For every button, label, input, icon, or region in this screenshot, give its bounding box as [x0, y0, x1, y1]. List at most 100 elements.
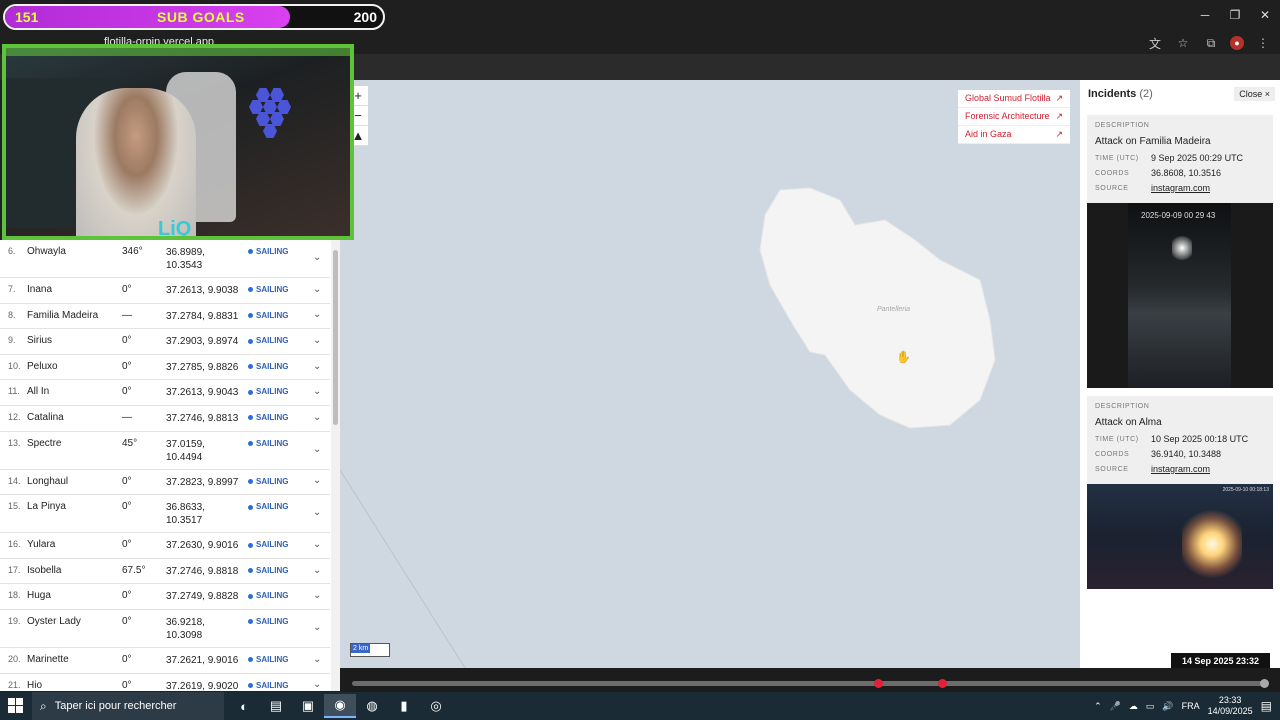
vessel-row[interactable]: 21. Hio 0° 37.2619, 9.9020 SAILING ⌄: [0, 674, 330, 691]
timeline-handle[interactable]: [1260, 679, 1269, 688]
obs-icon[interactable]: ◎: [420, 694, 452, 718]
vessel-coords: 36.8633, 10.3517: [166, 502, 205, 527]
vessel-row[interactable]: 13. Spectre 45° 37.0159, 10.4494 SAILING ⌄: [0, 432, 330, 470]
profile-avatar[interactable]: ●: [1230, 36, 1244, 50]
extensions-icon[interactable]: ⧉: [1202, 34, 1220, 52]
vessel-status-badge: SAILING: [248, 617, 288, 626]
store-icon[interactable]: ▣: [292, 694, 324, 718]
edge-icon[interactable]: ◐: [228, 694, 260, 718]
link-forensic-architecture[interactable]: Forensic Architecture ↗: [958, 108, 1070, 126]
scrollbar-thumb[interactable]: [333, 250, 338, 425]
browser-menu-icon[interactable]: ⋮: [1254, 34, 1272, 52]
webcam-frame-decoration: [6, 48, 350, 56]
vessel-status-badge: SAILING: [248, 502, 288, 511]
restore-icon[interactable]: ❐: [1220, 0, 1250, 30]
chevron-down-icon[interactable]: ⌄: [313, 335, 321, 346]
vessel-row[interactable]: 14. Longhaul 0° 37.2823, 9.8997 SAILING ⌄: [0, 470, 330, 496]
translate-icon[interactable]: 文: [1146, 34, 1164, 52]
chevron-down-icon[interactable]: ⌄: [313, 679, 321, 690]
link-global-sumud-flotilla[interactable]: Global Sumud Flotilla ↗: [958, 90, 1070, 108]
chevron-down-icon[interactable]: ⌄: [313, 309, 321, 320]
chevron-down-icon[interactable]: ⌄: [313, 565, 321, 576]
close-icon[interactable]: ✕: [1250, 0, 1280, 30]
vessel-heading: 0°: [122, 386, 132, 398]
windows-start-icon[interactable]: [8, 698, 24, 714]
vessel-row[interactable]: 6. Ohwayla 346° 36.8989, 10.3543 SAILING ⌄: [0, 240, 330, 278]
volume-icon[interactable]: 🔊: [1162, 701, 1173, 712]
chevron-down-icon[interactable]: ⌄: [313, 284, 321, 295]
notifications-icon[interactable]: ▤: [1261, 699, 1272, 713]
vessel-row[interactable]: 19. Oyster Lady 0° 36.9218, 10.3098 SAILING ⌄: [0, 610, 330, 648]
vessel-row[interactable]: 9. Sirius 0° 37.2903, 9.8974 SAILING ⌄: [0, 329, 330, 355]
chevron-down-icon[interactable]: ⌄: [313, 361, 321, 372]
light-glare: [1172, 233, 1192, 263]
vessel-name: Isobella: [27, 564, 62, 576]
chevron-down-icon[interactable]: ⌄: [313, 507, 321, 518]
taskbar-apps: ◐ ▤ ▣ ◉ ◍ ▮ ◎: [228, 694, 452, 718]
vessel-row[interactable]: 7. Inana 0° 37.2613, 9.9038 SAILING ⌄: [0, 278, 330, 304]
vessel-status-badge: SAILING: [248, 311, 288, 320]
map[interactable]: Pantelleria + − ▲ Global Sumud Flotilla ↗…: [340, 80, 1080, 668]
microphone-icon[interactable]: 🎤: [1110, 701, 1121, 712]
vessel-heading: 0°: [122, 475, 132, 487]
chevron-down-icon[interactable]: ⌄: [313, 590, 321, 601]
timeline[interactable]: [340, 668, 1280, 692]
network-icon[interactable]: ▭: [1146, 701, 1155, 712]
link-aid-in-gaza[interactable]: Aid in Gaza ↗: [958, 126, 1070, 144]
incident-source-link[interactable]: instagram.com: [1151, 464, 1210, 474]
language-indicator[interactable]: FRA: [1182, 701, 1200, 711]
clock[interactable]: 23:33 14/09/2025: [1208, 695, 1253, 717]
close-button[interactable]: Close ×: [1234, 87, 1275, 101]
vessel-row[interactable]: 8. Familia Madeira — 37.2784, 9.8831 SAILING…: [0, 304, 330, 330]
chrome-icon[interactable]: ◉: [324, 694, 356, 718]
chevron-down-icon[interactable]: ⌄: [313, 444, 321, 455]
vessel-row[interactable]: 17. Isobella 67.5° 37.2746, 9.8818 SAILING ⌄: [0, 559, 330, 585]
incident-card[interactable]: DESCRIPTION Attack on Familia Madeira TI…: [1087, 115, 1273, 203]
incident-coords: 36.9140, 10.3488: [1151, 449, 1222, 459]
vessel-row[interactable]: 18. Huga 0° 37.2749, 9.8828 SAILING ⌄: [0, 584, 330, 610]
timeline-incident-marker[interactable]: [873, 679, 883, 688]
chevron-down-icon[interactable]: ⌄: [313, 539, 321, 550]
sub-goals-progress-fill: [5, 6, 291, 28]
vessel-index: 8.: [8, 309, 16, 320]
chevron-down-icon[interactable]: ⌄: [313, 475, 321, 486]
file-explorer-icon[interactable]: ▤: [260, 694, 292, 718]
vessel-row[interactable]: 12. Catalina — 37.2746, 9.8813 SAILING ⌄: [0, 406, 330, 432]
vessel-row[interactable]: 11. All In 0° 37.2613, 9.9043 SAILING ⌄: [0, 380, 330, 406]
chevron-down-icon[interactable]: ⌄: [313, 622, 321, 633]
vessel-coords: 37.2785, 9.8826: [166, 361, 239, 373]
vessel-row[interactable]: 10. Peluxo 0° 37.2785, 9.8826 SAILING ⌄: [0, 355, 330, 381]
chevron-down-icon[interactable]: ⌄: [313, 412, 321, 423]
tray-chevron-icon[interactable]: ⌃: [1094, 701, 1102, 712]
vessel-row[interactable]: 16. Yulara 0° 37.2630, 9.9016 SAILING ⌄: [0, 533, 330, 559]
incident-source-link[interactable]: instagram.com: [1151, 183, 1210, 193]
vessel-row[interactable]: 20. Marinette 0° 37.2621, 9.9016 SAILING ⌄: [0, 648, 330, 674]
vessel-coords: 37.2749, 9.8828: [166, 591, 239, 603]
incident-image[interactable]: 2025-09-10 00:18:13: [1087, 484, 1273, 589]
bookmark-star-icon[interactable]: ☆: [1174, 34, 1192, 52]
vessel-name: Longhaul: [27, 475, 69, 487]
chevron-down-icon[interactable]: ⌄: [313, 654, 321, 665]
vessel-coords: 37.2613, 9.9038: [166, 285, 239, 296]
chevron-down-icon[interactable]: ⌄: [313, 252, 321, 263]
vessel-index: 19.: [8, 616, 21, 626]
incident-coords: 36.8608, 10.3516: [1151, 168, 1222, 178]
voice-mod-icon[interactable]: ▮: [388, 694, 420, 718]
list-scrollbar[interactable]: [331, 240, 340, 691]
discord-icon[interactable]: ◍: [356, 694, 388, 718]
search-icon: ⌕: [40, 698, 47, 713]
vessel-row[interactable]: 15. La Pinya 0° 36.8633, 10.3517 SAILING ⌄: [0, 495, 330, 534]
minimize-icon[interactable]: ─: [1190, 0, 1220, 30]
timeline-track[interactable]: [352, 681, 1266, 686]
chevron-down-icon[interactable]: ⌄: [313, 386, 321, 397]
sub-goals-target: 200: [353, 9, 377, 25]
sub-goals-current: 151: [15, 9, 39, 25]
incident-card[interactable]: DESCRIPTION Attack on Alma TIME (UTC) 10…: [1087, 396, 1273, 484]
vessel-coords: 37.2903, 9.8974: [166, 336, 239, 348]
cloud-icon[interactable]: ☁: [1129, 701, 1138, 712]
vessel-index: 18.: [8, 590, 21, 601]
taskbar-search[interactable]: ⌕ Taper ici pour rechercher: [32, 692, 224, 720]
timeline-incident-marker[interactable]: [937, 679, 947, 688]
taskbar: ⌕ Taper ici pour rechercher ◐ ▤ ▣ ◉ ◍ ▮ ◎…: [0, 692, 1280, 720]
incident-image[interactable]: 2025-09-09 00 29 43: [1087, 203, 1273, 388]
